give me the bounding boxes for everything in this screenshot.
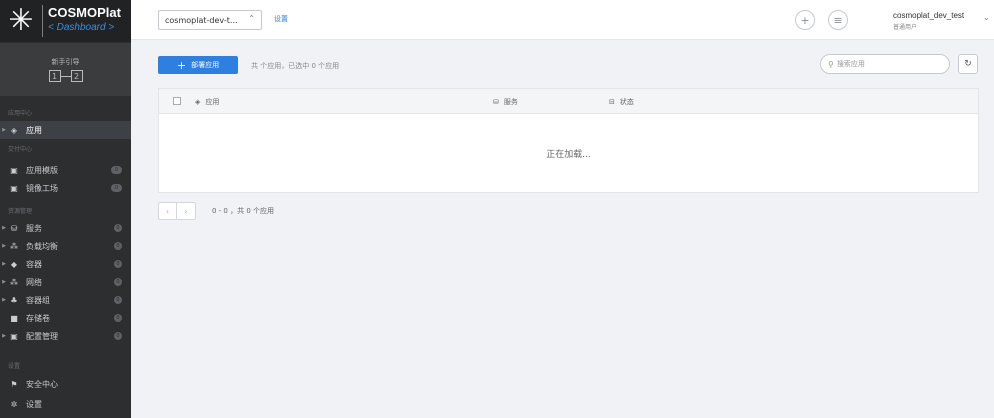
guide-step-1: 1 xyxy=(48,70,61,82)
username: cosmoplat_dev_test xyxy=(893,11,965,20)
guide-step-2: 2 xyxy=(70,70,83,82)
template-icon: ▣ xyxy=(10,165,18,175)
sidebar: ✳ COSMOPlat < Dashboard > 新手引导 1 2 应用中心 … xyxy=(0,0,131,418)
expand-arrow-icon: ▶ xyxy=(2,279,6,285)
table-header: ◈ 应用 ⛁ 服务 ⊟ 状态 xyxy=(159,89,978,114)
pagination-info: 0 - 0 ，共 0 个应用 xyxy=(212,207,275,215)
expand-arrow-icon: ▶ xyxy=(2,225,6,231)
select-caret-icon: ⌃ xyxy=(248,14,255,23)
loadbalance-icon: ⁂ xyxy=(10,241,18,251)
expand-arrow-icon: ▶ xyxy=(2,297,6,303)
container-group-icon: ♣ xyxy=(10,295,18,305)
section-app-center: 应用中心 xyxy=(8,110,33,117)
logo[interactable]: ✳ COSMOPlat < Dashboard > xyxy=(0,0,131,42)
security-icon: ⚑ xyxy=(10,379,18,389)
section-settings: 设置 xyxy=(8,363,21,370)
user-menu[interactable]: cosmoplat_dev_test 普通用户 xyxy=(893,11,964,31)
sidebar-item-security[interactable]: ⚑ 安全中心 xyxy=(0,375,131,393)
count-badge: 0 xyxy=(114,332,122,340)
settings-icon: ✲ xyxy=(10,399,18,409)
next-page-button[interactable]: › xyxy=(177,203,195,219)
apps-table: ◈ 应用 ⛁ 服务 ⊟ 状态 正在加载... xyxy=(158,88,979,193)
pagination: ‹ › xyxy=(158,202,196,220)
count-badge: 0 xyxy=(114,278,122,286)
chevron-down-icon[interactable]: ⌄ xyxy=(983,13,990,22)
sidebar-item-apps[interactable]: ▶ ◈ 应用 xyxy=(0,121,131,139)
sidebar-item-services[interactable]: ▶ ⛁ 服务 0 xyxy=(0,219,131,237)
count-badge: 0 xyxy=(114,296,122,304)
cluster-select[interactable]: cosmoplat-dev-t... ⌃ xyxy=(158,10,262,30)
count-badge: 0 xyxy=(114,314,122,322)
list-icon: ≡ xyxy=(833,13,843,27)
plus-icon: + xyxy=(176,58,187,72)
sidebar-item-storage[interactable]: ■ 存储卷 0 xyxy=(0,309,131,327)
chevron-left-icon: ‹ xyxy=(165,206,170,216)
guide-label: 新手引导 xyxy=(51,58,80,66)
app-count-text: 共 个应用，已选中 0 个应用 xyxy=(251,62,340,70)
expand-arrow-icon: ▶ xyxy=(2,261,6,267)
sidebar-item-image-factory[interactable]: ▣ 镜像工场 0 xyxy=(0,179,131,197)
section-delivery-center: 交付中心 xyxy=(8,146,33,153)
expand-arrow-icon: ▶ xyxy=(2,333,6,339)
plus-icon: + xyxy=(800,13,810,27)
logo-subtitle: < Dashboard > xyxy=(48,22,115,33)
network-icon: ⁂ xyxy=(10,277,18,287)
search-input[interactable]: ⚲ 搜索应用 xyxy=(820,54,950,74)
add-button[interactable]: + xyxy=(795,10,815,30)
sidebar-item-load-balance[interactable]: ▶ ⁂ 负载均衡 0 xyxy=(0,237,131,255)
count-badge: 0 xyxy=(114,224,122,232)
top-header: cosmoplat-dev-t... ⌃ 设置 + ≡ cosmoplat_de… xyxy=(131,0,994,40)
storage-icon: ■ xyxy=(10,313,18,323)
column-status[interactable]: ⊟ 状态 xyxy=(609,97,634,107)
column-app[interactable]: ◈ 应用 xyxy=(195,97,219,107)
sidebar-item-network[interactable]: ▶ ⁂ 网络 0 xyxy=(0,273,131,291)
count-badge: 0 xyxy=(114,242,122,250)
refresh-button[interactable]: ↻ xyxy=(958,54,978,74)
newbie-guide[interactable]: 新手引导 1 2 xyxy=(0,43,131,96)
layers-icon: ◈ xyxy=(195,98,201,106)
column-service[interactable]: ⛁ 服务 xyxy=(493,97,518,107)
deploy-app-button[interactable]: + 部署应用 xyxy=(158,56,238,74)
settings-link[interactable]: 设置 xyxy=(274,14,288,24)
sidebar-item-app-templates[interactable]: ▣ 应用模版 0 xyxy=(0,161,131,179)
list-button[interactable]: ≡ xyxy=(828,10,848,30)
count-badge: 0 xyxy=(111,184,122,192)
count-badge: 0 xyxy=(114,260,122,268)
section-resource-management: 资源管理 xyxy=(8,208,33,215)
sidebar-item-settings[interactable]: ✲ 设置 xyxy=(0,395,131,413)
expand-arrow-icon: ▶ xyxy=(2,127,6,133)
expand-arrow-icon: ▶ xyxy=(2,243,6,249)
status-icon: ⊟ xyxy=(609,98,615,106)
loading-text: 正在加载... xyxy=(546,150,591,160)
sidebar-item-container-groups[interactable]: ▶ ♣ 容器组 0 xyxy=(0,291,131,309)
count-badge: 0 xyxy=(111,166,122,174)
image-icon: ▣ xyxy=(10,183,18,193)
user-role: 普通用户 xyxy=(893,24,918,31)
sidebar-item-config[interactable]: ▶ ▣ 配置管理 0 xyxy=(0,327,131,345)
container-icon: ◆ xyxy=(10,259,18,269)
layers-icon: ◈ xyxy=(10,125,18,135)
search-icon: ⚲ xyxy=(828,59,834,69)
refresh-icon: ↻ xyxy=(964,59,972,69)
config-icon: ▣ xyxy=(10,331,18,341)
service-icon: ⛁ xyxy=(10,223,18,233)
select-all-checkbox[interactable] xyxy=(173,97,181,105)
service-icon: ⛁ xyxy=(493,98,499,106)
sidebar-item-containers[interactable]: ▶ ◆ 容器 0 xyxy=(0,255,131,273)
logo-name: COSMOPlat xyxy=(48,5,121,20)
logo-icon: ✳ xyxy=(8,3,34,38)
prev-page-button[interactable]: ‹ xyxy=(159,203,178,219)
chevron-right-icon: › xyxy=(184,206,188,216)
